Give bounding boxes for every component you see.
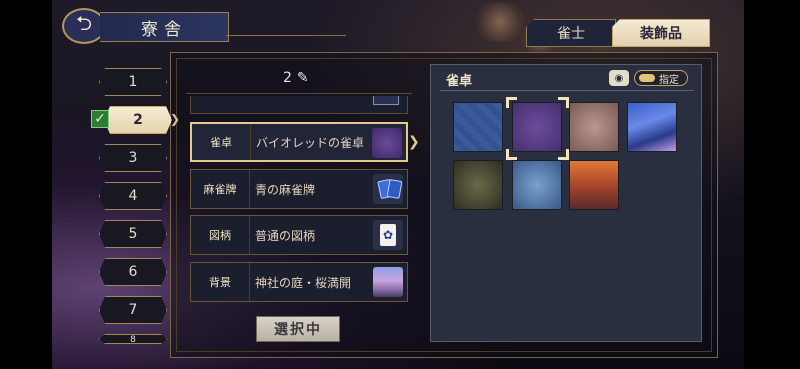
list-item-partial[interactable]: [190, 96, 408, 114]
violet-table-thumbnail: [372, 128, 402, 158]
table-option-ice[interactable]: [512, 160, 562, 210]
blue-tiles-thumbnail: [373, 174, 403, 204]
selection-corner: [558, 97, 569, 108]
slot-2[interactable]: 2: [104, 106, 172, 134]
item-name: バイオレッドの雀卓: [256, 135, 365, 150]
table-option-rose[interactable]: [569, 102, 619, 152]
tab-decorations[interactable]: 装飾品: [612, 19, 710, 47]
table-option-forest[interactable]: [453, 160, 503, 210]
page-title: 寮舎: [100, 12, 229, 42]
slot-8[interactable]: 8: [99, 334, 167, 344]
panel-title: 雀卓: [446, 74, 473, 89]
slot-5[interactable]: 5: [99, 220, 167, 248]
divider: [186, 93, 412, 94]
specify-toggle[interactable]: 指定: [634, 70, 688, 86]
preset-number: 2: [283, 70, 292, 86]
chevron-right-icon: ❯: [408, 134, 420, 150]
title-underline: [226, 35, 346, 36]
table-option-violet[interactable]: [512, 102, 562, 152]
chevron-right-icon: ❯: [170, 112, 181, 126]
slot-6[interactable]: 6: [99, 258, 167, 286]
mahjong-tile-icon: ✿: [380, 224, 396, 246]
tile-pattern-thumbnail: ✿: [373, 220, 403, 250]
tab-janshi[interactable]: 雀士: [526, 19, 616, 47]
divider: [440, 90, 694, 91]
letterbox-left: [0, 0, 52, 369]
eye-icon[interactable]: ◉: [609, 70, 629, 86]
item-name: 青の麻雀牌: [255, 182, 316, 197]
table-option-starry[interactable]: [627, 102, 677, 152]
item-category: 背景: [191, 263, 250, 301]
table-option-sunset[interactable]: [569, 160, 619, 210]
selection-corner: [506, 149, 517, 160]
slot-4[interactable]: 4: [99, 182, 167, 210]
item-row-background[interactable]: 背景 神社の庭・桜満開: [190, 262, 408, 302]
preset-header[interactable]: 2 ✎: [283, 70, 309, 86]
item-name: 普通の図柄: [255, 228, 316, 243]
shrine-garden-thumbnail: [373, 267, 403, 297]
item-category: 図柄: [191, 216, 250, 254]
item-category: 麻雀牌: [191, 170, 250, 208]
item-thumbnail: [373, 96, 399, 105]
selecting-button[interactable]: 選択中: [256, 316, 340, 342]
item-name: 神社の庭・桜満開: [255, 275, 352, 290]
slot-7[interactable]: 7: [99, 296, 167, 324]
selection-corner: [506, 97, 517, 108]
slot-3[interactable]: 3: [99, 144, 167, 172]
back-arrow-icon: ⮌: [75, 11, 93, 35]
specify-label: 指定: [659, 74, 679, 86]
item-row-tiles[interactable]: 麻雀牌 青の麻雀牌: [190, 169, 408, 209]
slot-1[interactable]: 1: [99, 68, 167, 96]
item-row-table[interactable]: 雀卓 バイオレッドの雀卓: [190, 122, 408, 162]
table-option-blue[interactable]: [453, 102, 503, 152]
selection-corner: [558, 149, 569, 160]
check-icon: ✓: [91, 110, 109, 128]
item-category: 雀卓: [192, 124, 251, 160]
item-row-pattern[interactable]: 図柄 普通の図柄 ✿: [190, 215, 408, 255]
tile-card: [386, 179, 403, 199]
toggle-pill: [639, 74, 655, 82]
edit-icon[interactable]: ✎: [297, 70, 309, 86]
letterbox-right: [744, 0, 800, 369]
